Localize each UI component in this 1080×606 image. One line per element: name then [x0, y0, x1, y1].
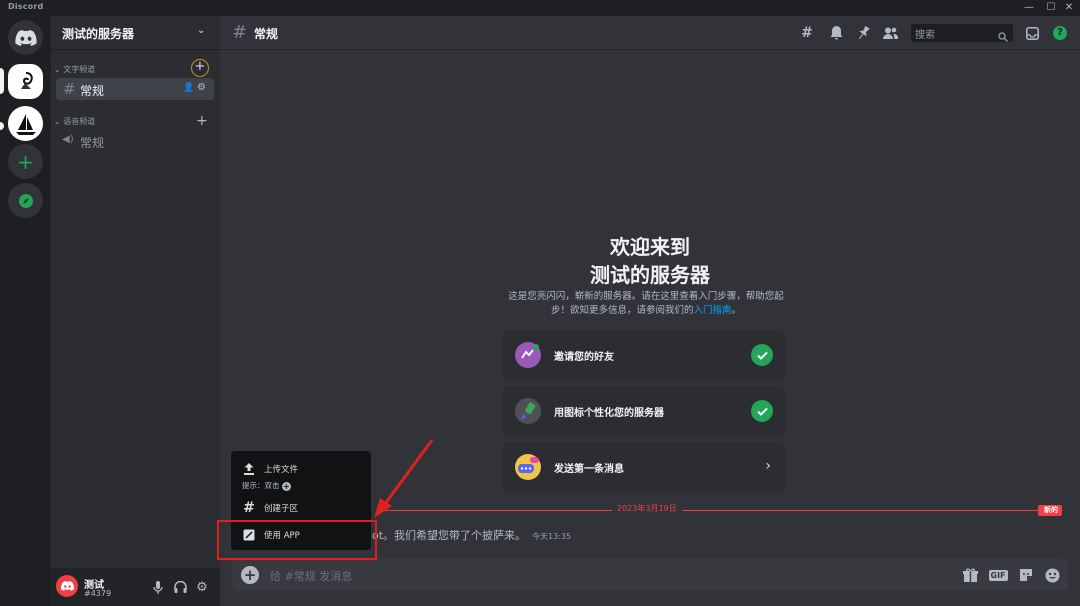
search-placeholder: 搜索 — [915, 30, 935, 41]
new-messages-divider — [380, 510, 1040, 511]
new-messages-badge: 新的 — [1038, 505, 1062, 516]
chevron-down-icon: ⌄ — [54, 117, 64, 126]
chat-bubble-icon — [515, 454, 541, 480]
chevron-down-icon: ⌄ — [54, 65, 64, 74]
card-label: 邀请您的好友 — [554, 352, 614, 363]
create-text-channel-button[interactable]: + — [191, 59, 209, 77]
user-tag: #4379 — [84, 589, 112, 598]
speaker-icon: ◀) — [62, 134, 74, 145]
gif-button[interactable]: GIF — [988, 566, 1008, 584]
double-click-hint: 提示：双击 + — [242, 481, 291, 491]
threads-icon[interactable]: # — [799, 25, 815, 41]
gift-icon[interactable] — [961, 566, 979, 584]
card-label: 发送第一条消息 — [554, 464, 624, 475]
upload-file-label: 上传文件 — [264, 465, 299, 475]
system-message: ot。我们希望您带了个披萨来。 今天13:35 — [372, 527, 571, 543]
members-icon[interactable] — [882, 25, 898, 41]
user-panel: 测试 #4379 ⚙ — [51, 568, 220, 606]
check-icon — [751, 400, 773, 422]
upload-plus-button[interactable]: + — [241, 566, 259, 584]
upload-icon — [242, 462, 256, 476]
chevron-right-icon: › — [765, 458, 771, 474]
text-category-header[interactable]: ⌄ 文字频道 — [54, 64, 95, 75]
channel-sidebar: 测试的服务器 ⌄ ⌄ 文字频道 + # 常规 👤 ⚙ ⌄ 语音频道 + ◀) 常… — [51, 16, 220, 606]
invite-icon — [515, 342, 541, 368]
divider-date: 2023年3月19日 — [612, 503, 682, 514]
server-header[interactable]: 测试的服务器 ⌄ — [51, 16, 220, 50]
system-message-text: ot。我们希望您带了个披萨来。 — [372, 529, 527, 542]
avatar[interactable] — [56, 575, 78, 597]
discord-logo-icon — [14, 29, 37, 46]
unread-indicator — [0, 122, 4, 130]
channel-name: 常规 — [80, 84, 105, 98]
compass-icon — [18, 193, 33, 208]
annotation-highlight-box — [217, 520, 377, 560]
personalize-server-card[interactable]: 用图标个性化您的服务器 — [503, 386, 785, 436]
message-composer[interactable]: + 给 #常规 发消息 GIF — [232, 559, 1068, 591]
hash-icon: # — [63, 80, 76, 98]
thread-icon: # — [243, 500, 255, 516]
voice-category-header[interactable]: ⌄ 语音频道 — [54, 116, 95, 127]
create-voice-channel-button[interactable]: + — [196, 114, 208, 128]
create-thread-item[interactable]: # 创建子区 — [242, 500, 299, 516]
hash-icon: # — [232, 22, 248, 43]
headphones-icon[interactable] — [173, 580, 187, 594]
title-bar: Discord — ☐ ✕ — [0, 0, 1080, 16]
explore-servers-button[interactable] — [8, 183, 43, 218]
welcome-line-1: 欢迎来到 — [610, 235, 690, 259]
search-input[interactable]: 搜索 — [911, 24, 1013, 42]
discord-home-button[interactable] — [8, 20, 43, 55]
invite-friends-card[interactable]: 邀请您的好友 — [503, 330, 785, 380]
card-label: 用图标个性化您的服务器 — [554, 408, 664, 419]
welcome-server-name: 测试的服务器 — [590, 263, 710, 287]
user-settings-gear-icon[interactable]: ⚙ — [195, 580, 209, 595]
close-button[interactable]: ✕ — [1058, 0, 1080, 16]
search-icon — [998, 27, 1008, 46]
selected-server-indicator — [0, 68, 4, 94]
bell-icon[interactable] — [828, 25, 844, 41]
message-input-placeholder: 给 #常规 发消息 — [270, 570, 353, 583]
getting-started-link[interactable]: 入门指南 — [693, 305, 731, 316]
check-icon — [751, 344, 773, 366]
add-server-button[interactable]: + — [8, 144, 43, 179]
channel-item-general[interactable]: # 常规 👤 ⚙ — [56, 78, 214, 100]
gear-icon[interactable]: ⚙ — [197, 82, 206, 93]
discord-logo-icon — [60, 581, 74, 591]
welcome-description: 这是您亮闪闪，崭新的服务器。请在这里查看入门步骤，帮助您起步！欲知更多信息，请参… — [508, 291, 784, 316]
message-timestamp: 今天13:35 — [532, 532, 572, 541]
pin-icon[interactable] — [855, 25, 871, 41]
invite-icon[interactable]: 👤 — [183, 83, 194, 93]
channel-header: # 常规 # 搜索 ? — [220, 16, 1080, 50]
server-test-icon[interactable] — [8, 64, 43, 99]
server-sailboat-icon[interactable] — [8, 106, 43, 141]
sticker-icon[interactable] — [1017, 566, 1035, 584]
inbox-icon[interactable] — [1024, 25, 1040, 41]
server-name: 测试的服务器 — [62, 27, 135, 41]
annotation-arrow — [374, 439, 434, 518]
paintbrush-icon — [515, 398, 541, 424]
plus-circle-icon: + — [281, 481, 291, 491]
channel-title: 常规 — [254, 27, 279, 41]
voice-channel-item-general[interactable]: ◀) 常规 — [56, 130, 214, 152]
microphone-icon[interactable] — [151, 580, 165, 594]
app-name: Discord — [8, 2, 44, 11]
send-first-message-card[interactable]: 发送第一条消息 › — [503, 442, 785, 492]
plus-icon: + — [17, 149, 34, 174]
help-icon[interactable]: ? — [1052, 25, 1068, 41]
minimize-button[interactable]: — — [1018, 0, 1040, 16]
upload-file-item[interactable]: 上传文件 — [242, 462, 298, 476]
voice-channel-name: 常规 — [80, 136, 105, 150]
chevron-down-icon: ⌄ — [197, 25, 206, 36]
emoji-icon[interactable] — [1043, 566, 1061, 584]
create-thread-label: 创建子区 — [264, 504, 299, 514]
server-list: + — [0, 16, 51, 606]
